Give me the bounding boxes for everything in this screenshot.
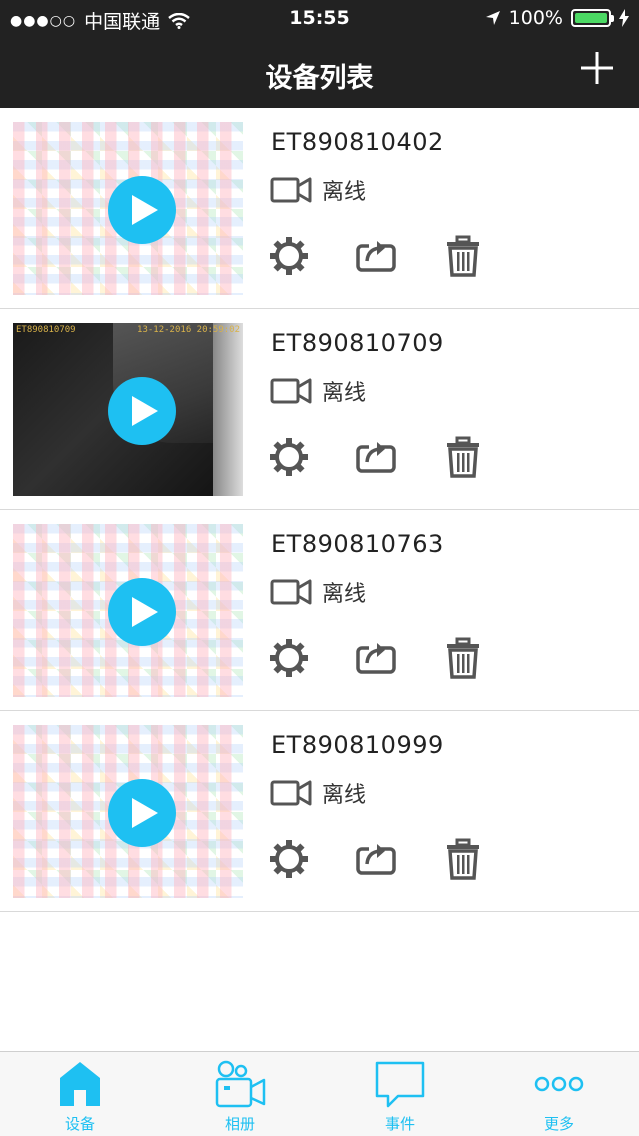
video-camera-icon [270,378,312,404]
trash-icon[interactable] [442,436,484,478]
play-icon [132,798,158,828]
tab-album[interactable]: 相册 [180,1058,300,1134]
play-button[interactable] [108,176,176,244]
share-icon[interactable] [355,436,397,478]
status-label: 离线 [322,783,367,808]
battery-percent: 100% [508,7,563,29]
video-camera-icon [270,177,312,203]
device-row[interactable]: ET890810999 离线 [0,711,639,912]
gear-icon[interactable] [268,235,310,277]
share-icon[interactable] [355,637,397,679]
device-actions [268,637,484,679]
gear-icon[interactable] [268,436,310,478]
device-actions [268,436,484,478]
trash-icon[interactable] [442,838,484,880]
more-dots-icon [534,1076,584,1092]
status-bar: ●●●○○ 中国联通 15:55 100% [0,0,639,38]
tab-label: 更多 [543,1115,574,1133]
device-list: ET890810402 离线 ET890810709 13-12-2016 20… [0,108,639,912]
nav-bar: 设备列表 [0,38,639,108]
play-icon [132,597,158,627]
camera-timestamp-id: ET890810709 [16,325,76,335]
tab-events[interactable]: 事件 [340,1058,460,1134]
video-camera-icon [215,1060,266,1108]
tab-devices[interactable]: 设备 [20,1058,140,1134]
device-row[interactable]: ET890810402 离线 [0,108,639,309]
tab-label: 事件 [384,1115,415,1133]
device-thumbnail[interactable]: ET890810709 13-12-2016 20:59:02 [13,323,243,496]
status-right: 100% [485,7,629,29]
chat-bubble-icon [375,1061,425,1108]
play-icon [132,396,158,426]
device-thumbnail[interactable] [13,725,243,898]
status-label: 离线 [322,381,367,406]
share-icon[interactable] [355,838,397,880]
charging-bolt-icon [619,9,629,27]
device-thumbnail[interactable] [13,122,243,295]
status-label: 离线 [322,582,367,607]
device-id: ET890810402 [271,128,444,156]
location-arrow-icon [485,11,500,25]
device-status: 离线 [270,777,366,809]
device-status: 离线 [270,375,366,407]
tab-label: 相册 [224,1115,255,1133]
play-icon [132,195,158,225]
camera-timestamp-date: 13-12-2016 20:59:02 [137,325,240,335]
video-camera-icon [270,579,312,605]
video-camera-icon [270,780,312,806]
device-row[interactable]: ET890810763 离线 [0,510,639,711]
home-icon [60,1062,100,1106]
device-id: ET890810709 [271,329,444,357]
device-actions [268,235,484,277]
status-label: 离线 [322,180,367,205]
trash-icon[interactable] [442,637,484,679]
plus-icon[interactable] [579,50,615,86]
battery-icon [571,9,614,27]
play-button[interactable] [108,377,176,445]
tab-label: 设备 [64,1115,95,1133]
play-button[interactable] [108,578,176,646]
play-button[interactable] [108,779,176,847]
gear-icon[interactable] [268,637,310,679]
tab-more[interactable]: 更多 [499,1058,619,1134]
share-icon[interactable] [355,235,397,277]
gear-icon[interactable] [268,838,310,880]
device-thumbnail[interactable] [13,524,243,697]
page-title: 设备列表 [265,63,374,94]
device-status: 离线 [270,576,366,608]
device-id: ET890810999 [271,731,444,759]
trash-icon[interactable] [442,235,484,277]
device-status: 离线 [270,174,366,206]
device-id: ET890810763 [271,530,444,558]
device-row[interactable]: ET890810709 13-12-2016 20:59:02 ET890810… [0,309,639,510]
device-actions [268,838,484,880]
tab-bar: 设备 相册 事件 更多 [0,1051,639,1136]
